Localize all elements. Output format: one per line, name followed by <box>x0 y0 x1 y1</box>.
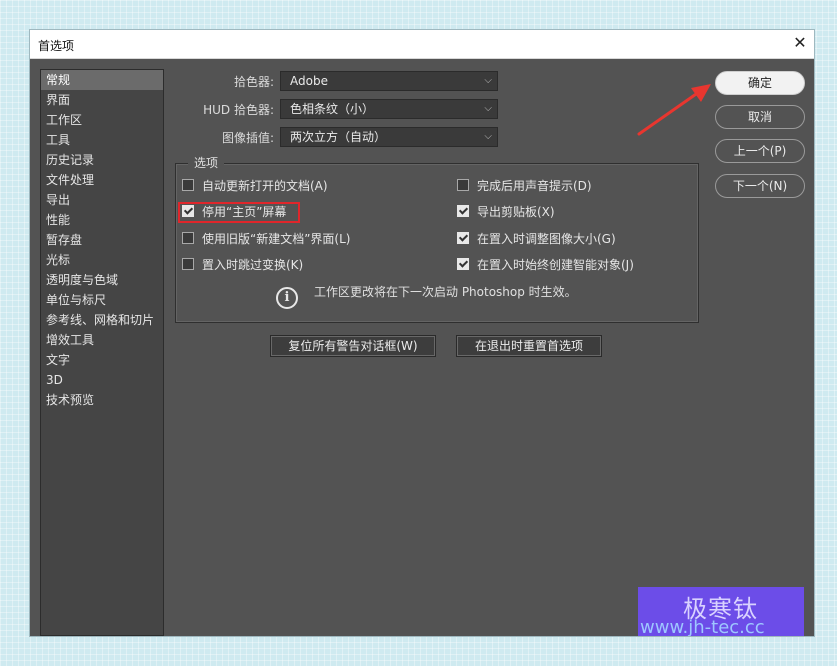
sidebar-item[interactable]: 界面 <box>41 90 163 110</box>
image-interpolation-select[interactable]: 两次立方（自动） ⌵ <box>280 127 498 147</box>
checkbox-label: 自动更新打开的文档(A) <box>202 179 328 193</box>
sidebar-item[interactable]: 性能 <box>41 210 163 230</box>
checkbox-box[interactable] <box>182 232 194 244</box>
chevron-down-icon: ⌵ <box>484 103 492 114</box>
sidebar-item[interactable]: 3D <box>41 370 163 390</box>
color-picker-select[interactable]: Adobe ⌵ <box>280 71 498 91</box>
highlight-box <box>178 202 300 223</box>
annotation-arrow-icon <box>637 84 711 136</box>
checkbox-box[interactable] <box>457 205 469 217</box>
sidebar-item[interactable]: 暂存盘 <box>41 230 163 250</box>
next-button[interactable]: 下一个(N) <box>715 174 805 198</box>
options-legend: 选项 <box>188 154 225 171</box>
sidebar-item[interactable]: 历史记录 <box>41 150 163 170</box>
color-picker-value: Adobe <box>290 74 328 88</box>
window-title: 首选项 <box>38 39 75 53</box>
export-clipboard-checkbox[interactable]: 导出剪贴板(X) <box>457 204 555 220</box>
checkbox-box[interactable] <box>457 179 469 191</box>
checkbox-label: 在置入时始终创建智能对象(J) <box>477 258 634 272</box>
checkbox-label: 在置入时调整图像大小(G) <box>477 232 616 246</box>
legacy-new-doc-checkbox[interactable]: 使用旧版“新建文档”界面(L) <box>182 231 350 247</box>
sidebar-item[interactable]: 常规 <box>41 70 163 90</box>
close-icon[interactable]: ✕ <box>792 33 808 53</box>
beep-checkbox[interactable]: 完成后用声音提示(D) <box>457 178 592 194</box>
color-picker-label: 拾色器: <box>233 75 274 89</box>
sidebar-item[interactable]: 单位与标尺 <box>41 290 163 310</box>
title-bar: 首选项 ✕ <box>30 30 814 59</box>
hud-color-picker-value: 色相条纹（小） <box>290 102 375 116</box>
resize-on-place-checkbox[interactable]: 在置入时调整图像大小(G) <box>457 231 616 247</box>
info-icon: i <box>276 287 298 309</box>
smart-object-checkbox[interactable]: 在置入时始终创建智能对象(J) <box>457 257 634 273</box>
sidebar-item[interactable]: 工具 <box>41 130 163 150</box>
reset-on-quit-button[interactable]: 在退出时重置首选项 <box>456 335 602 357</box>
category-sidebar: 常规 界面 工作区 工具 历史记录 文件处理 导出 性能 暂存盘 光标 透明度与色域 单位与标尺 参考线… <box>40 69 164 636</box>
watermark-url: www.jh-tec.cc <box>640 617 765 636</box>
sidebar-item[interactable]: 文件处理 <box>41 170 163 190</box>
chevron-down-icon: ⌵ <box>484 75 492 86</box>
image-interpolation-value: 两次立方（自动） <box>290 130 387 144</box>
checkbox-box[interactable] <box>182 258 194 270</box>
checkbox-box[interactable] <box>182 179 194 191</box>
checkbox-label: 使用旧版“新建文档”界面(L) <box>202 232 351 246</box>
auto-update-checkbox[interactable]: 自动更新打开的文档(A) <box>182 178 328 194</box>
watermark-logo: 极寒钛 www.jh-tec.cc <box>638 587 804 636</box>
cancel-button[interactable]: 取消 <box>715 105 805 129</box>
reset-warnings-button[interactable]: 复位所有警告对话框(W) <box>270 335 436 357</box>
ok-button[interactable]: 确定 <box>715 71 805 95</box>
sidebar-item[interactable]: 文字 <box>41 350 163 370</box>
preferences-dialog: 首选项 ✕ 常规 界面 工作区 工具 历史记录 文件处理 导出 性能 暂存盘 光标 透明度与色域 单位… <box>30 30 814 636</box>
skip-transform-checkbox[interactable]: 置入时跳过变换(K) <box>182 257 303 273</box>
hud-color-picker-select[interactable]: 色相条纹（小） ⌵ <box>280 99 498 119</box>
checkbox-label: 完成后用声音提示(D) <box>477 179 592 193</box>
checkbox-box[interactable] <box>457 232 469 244</box>
sidebar-item[interactable]: 光标 <box>41 250 163 270</box>
checkbox-label: 导出剪贴板(X) <box>477 205 555 219</box>
sidebar-item[interactable]: 工作区 <box>41 110 163 130</box>
prev-button[interactable]: 上一个(P) <box>715 139 805 163</box>
sidebar-item[interactable]: 增效工具 <box>41 330 163 350</box>
chevron-down-icon: ⌵ <box>484 131 492 142</box>
sidebar-item[interactable]: 技术预览 <box>41 390 163 410</box>
info-message: 工作区更改将在下一次启动 Photoshop 时生效。 <box>314 285 577 299</box>
checkbox-box[interactable] <box>457 258 469 270</box>
image-interpolation-label: 图像插值: <box>221 131 274 145</box>
sidebar-item[interactable]: 参考线、网格和切片 <box>41 310 163 330</box>
hud-color-picker-label: HUD 拾色器: <box>203 103 274 117</box>
checkbox-label: 置入时跳过变换(K) <box>202 258 304 272</box>
sidebar-item[interactable]: 导出 <box>41 190 163 210</box>
sidebar-item[interactable]: 透明度与色域 <box>41 270 163 290</box>
